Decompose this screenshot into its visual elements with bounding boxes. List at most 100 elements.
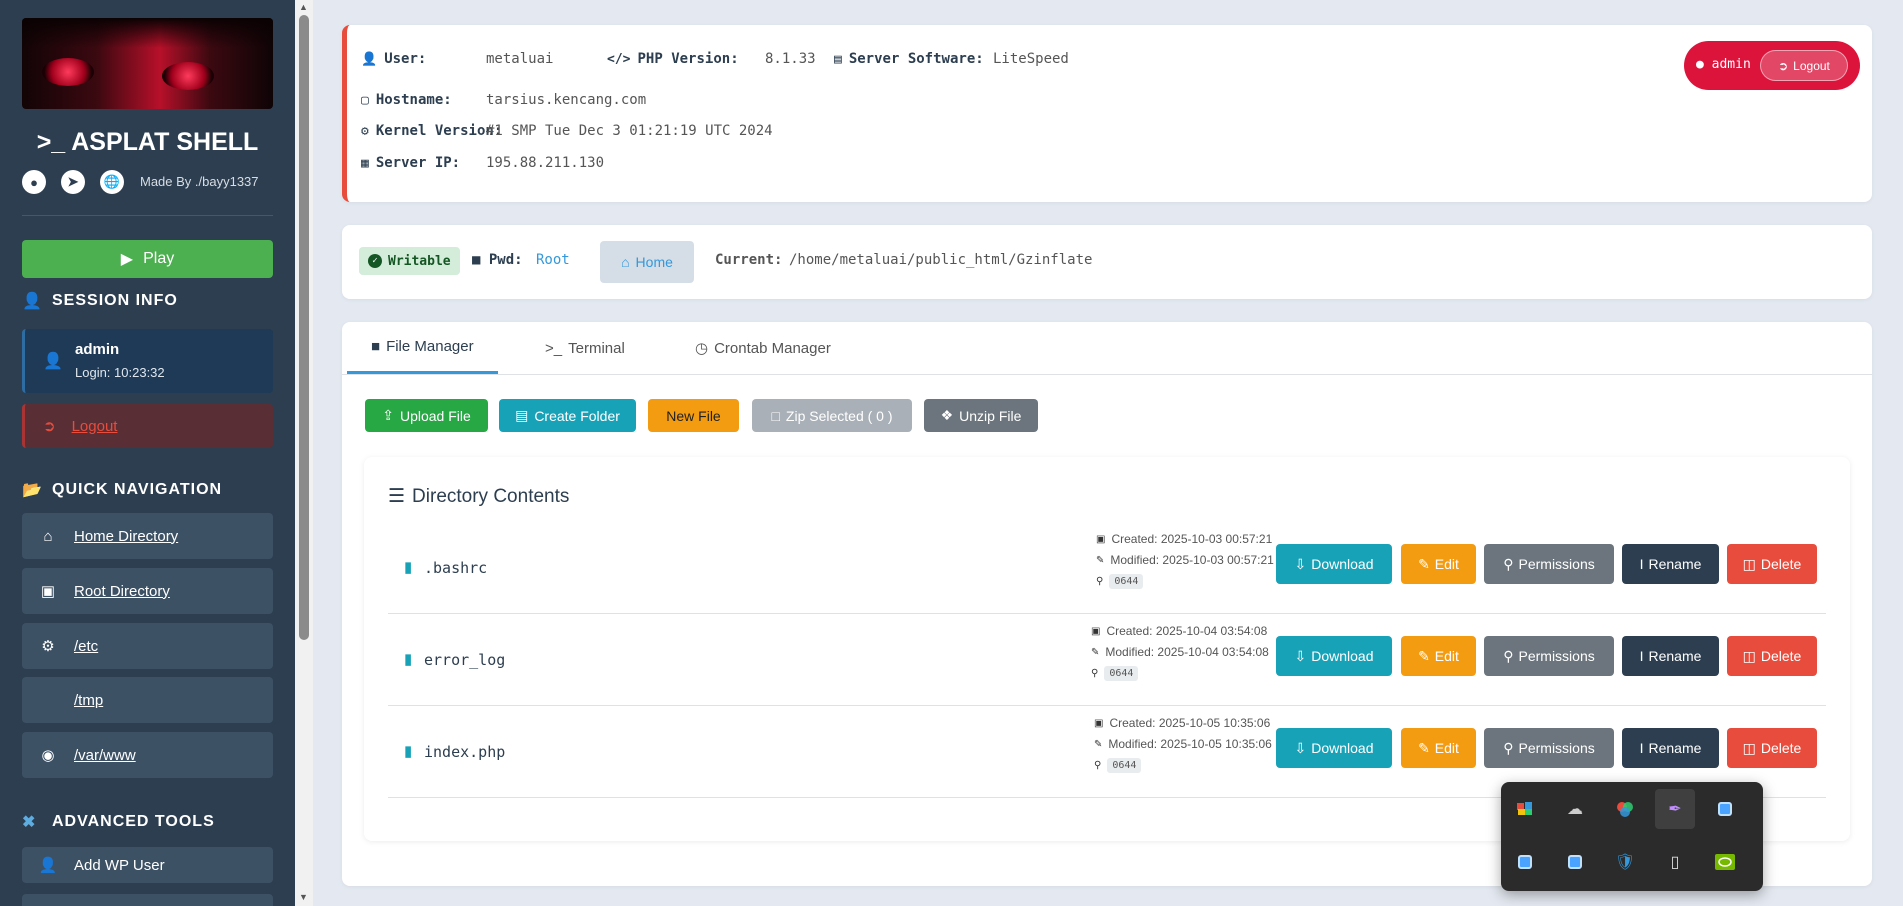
edit-icon: ✎ [1418, 647, 1430, 664]
home-icon: ⌂ [43, 527, 53, 545]
key-icon: ⚲ [1503, 739, 1514, 756]
nav-var-www[interactable]: ◉ /var/www [22, 732, 273, 778]
trash-icon: ◫ [1742, 739, 1756, 756]
key-icon: ⚲ [1091, 668, 1099, 679]
rename-button[interactable]: I Rename [1622, 544, 1719, 584]
kernel-version-value: #1 SMP Tue Dec 3 01:21:19 UTC 2024 [486, 123, 773, 139]
session-user: admin [75, 341, 120, 358]
sidebar-logout-button[interactable]: ➲ Logout [22, 404, 273, 448]
delete-button[interactable]: ◫ Delete [1727, 544, 1817, 584]
edit-button[interactable]: ✎ Edit [1401, 544, 1476, 584]
quick-navigation-heading: 📂 QUICK NAVIGATION [22, 481, 223, 499]
globe-icon: ◉ [41, 747, 55, 764]
permissions-button[interactable]: ⚲ Permissions [1484, 636, 1614, 676]
usb-drive-icon[interactable]: ▯ [1655, 842, 1695, 882]
file-modified: ✎ Modified: 2025-10-04 03:54:08 [1091, 645, 1269, 659]
new-file-button[interactable]: New File [648, 399, 739, 432]
unzip-file-button[interactable]: ❖ Unzip File [924, 399, 1038, 432]
file-created: ▣ Created: 2025-10-03 00:57:21 [1096, 532, 1273, 546]
photos-app-icon[interactable] [1505, 789, 1545, 829]
nav-etc[interactable]: ⚙ /etc [22, 623, 273, 669]
nav-root-directory[interactable]: ▣ Root Directory [22, 568, 273, 614]
color-app-icon[interactable] [1605, 789, 1645, 829]
code-icon: </> [607, 51, 631, 67]
cogs-icon: ⚙ [41, 638, 55, 655]
session-card: 👤 admin Login: 10:23:32 [22, 329, 273, 393]
server-software-value: LiteSpeed [993, 51, 1069, 67]
download-button[interactable]: ⇩ Download [1276, 544, 1392, 584]
text-cursor-icon: I [1639, 648, 1644, 664]
badge-user: ● admin [1696, 57, 1751, 72]
key-icon: ⚲ [1096, 576, 1104, 587]
nvidia-icon[interactable] [1705, 842, 1745, 882]
rename-button[interactable]: I Rename [1622, 728, 1719, 768]
upload-file-button[interactable]: ⇪ Upload File [365, 399, 488, 432]
delete-button[interactable]: ◫ Delete [1727, 636, 1817, 676]
file-name[interactable]: .bashrc [424, 559, 487, 577]
nav-home-directory[interactable]: ⌂ Home Directory [22, 513, 273, 559]
file-permissions: ⚲ 0644 [1094, 758, 1142, 773]
current-label: Current: [715, 252, 783, 268]
tab-file-manager[interactable]: ■ File Manager [347, 322, 498, 374]
server-icon: ▤ [834, 51, 842, 67]
permissions-button[interactable]: ⚲ Permissions [1484, 728, 1614, 768]
download-icon: ⇩ [1294, 739, 1307, 756]
globe-icon[interactable]: 🌐 [100, 170, 124, 194]
system-tray-overflow: ☁ ✒ 🛡 ▯ [1501, 782, 1763, 891]
advanced-tool-item[interactable] [22, 894, 273, 906]
file-name[interactable]: index.php [424, 743, 505, 761]
tab-crontab-manager[interactable]: ◷ Crontab Manager [671, 322, 855, 374]
session-login-time: Login: 10:23:32 [75, 365, 165, 380]
app-window-icon[interactable] [1555, 842, 1595, 882]
download-button[interactable]: ⇩ Download [1276, 636, 1392, 676]
scroll-up-icon[interactable]: ▲ [299, 2, 308, 12]
permissions-button[interactable]: ⚲ Permissions [1484, 544, 1614, 584]
hostname-value: tarsius.kencang.com [486, 92, 647, 108]
create-folder-button[interactable]: ▤ Create Folder [499, 399, 636, 432]
sidebar-scrollbar[interactable]: ▲ ▼ [295, 0, 313, 906]
zip-selected-button[interactable]: □ Zip Selected ( 0 ) [752, 399, 912, 432]
badge-logout-button[interactable]: ➲ Logout [1760, 50, 1848, 81]
logo-image [22, 18, 273, 109]
pwd-root-link[interactable]: Root [536, 252, 570, 268]
home-button[interactable]: ⌂ Home [600, 241, 694, 283]
text-cursor-icon: I [1639, 556, 1644, 572]
tab-terminal[interactable]: >_ Terminal [521, 322, 649, 374]
file-name[interactable]: error_log [424, 651, 505, 669]
feather-app-icon[interactable]: ✒ [1655, 789, 1695, 829]
github-icon[interactable]: ● [22, 170, 46, 194]
expand-icon: ❖ [940, 407, 954, 423]
calendar-icon: ▣ [1091, 625, 1101, 637]
php-version-value: 8.1.33 [765, 51, 816, 67]
calendar-icon: ▣ [1094, 717, 1104, 729]
sign-out-icon: ➲ [1778, 58, 1789, 73]
hdd-icon: ▣ [40, 583, 56, 600]
edit-button[interactable]: ✎ Edit [1401, 728, 1476, 768]
nav-tmp[interactable]: /tmp [22, 677, 273, 723]
server-ip-label: ▦ Server IP: [361, 155, 461, 171]
app-window-icon[interactable] [1505, 842, 1545, 882]
scrollbar-thumb[interactable] [299, 15, 309, 640]
app-window-icon[interactable] [1705, 789, 1745, 829]
play-icon: ▶ [120, 251, 134, 268]
file-row: ▮ error_log ▣ Created: 2025-10-04 03:54:0… [388, 614, 1826, 706]
user-icon: 👤 [361, 51, 378, 67]
sign-out-icon: ➲ [43, 418, 56, 435]
edit-icon: ✎ [1094, 738, 1103, 750]
edit-button[interactable]: ✎ Edit [1401, 636, 1476, 676]
php-version-label: </> PHP Version: [607, 51, 739, 67]
scroll-down-icon[interactable]: ▼ [299, 892, 308, 902]
defender-warning-icon[interactable]: 🛡 [1605, 842, 1645, 882]
download-button[interactable]: ⇩ Download [1276, 728, 1392, 768]
user-icon: 👤 [43, 353, 63, 370]
file-created: ▣ Created: 2025-10-05 10:35:06 [1094, 716, 1271, 730]
onedrive-offline-icon[interactable]: ☁ [1555, 789, 1595, 829]
add-wp-user-button[interactable]: 👤 Add WP User [22, 847, 273, 883]
trash-icon: ◫ [1742, 555, 1756, 572]
play-button[interactable]: ▶ Play [22, 240, 273, 278]
telegram-icon[interactable]: ➤ [61, 170, 85, 194]
rename-button[interactable]: I Rename [1622, 636, 1719, 676]
delete-button[interactable]: ◫ Delete [1727, 728, 1817, 768]
edit-icon: ✎ [1096, 554, 1105, 566]
file-created: ▣ Created: 2025-10-04 03:54:08 [1091, 624, 1268, 638]
